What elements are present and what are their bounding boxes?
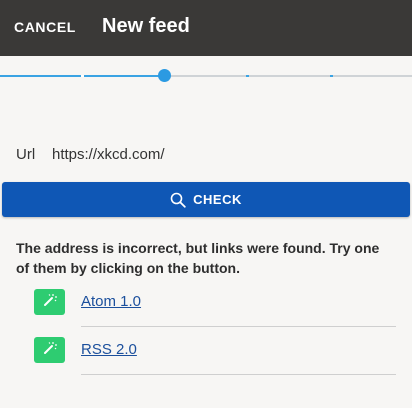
magic-wand-icon [42, 292, 58, 313]
check-button-label: CHECK [193, 192, 242, 207]
stepper-remaining-line [170, 75, 412, 77]
use-feed-button[interactable] [34, 337, 65, 363]
url-label: Url [16, 146, 36, 163]
feed-link[interactable]: RSS 2.0 [81, 341, 137, 358]
check-button[interactable]: CHECK [2, 182, 410, 217]
cancel-button[interactable]: CANCEL [14, 19, 76, 35]
stepper-step-marker [81, 75, 84, 77]
stepper-current-step-dot [158, 69, 171, 82]
divider [81, 374, 396, 375]
use-feed-button[interactable] [34, 289, 65, 315]
error-message: The address is incorrect, but links were… [16, 240, 380, 276]
list-item: Atom 1.0 [34, 289, 396, 337]
list-item: RSS 2.0 [34, 337, 396, 385]
search-icon [170, 192, 186, 208]
progress-stepper [0, 69, 412, 83]
stepper-step-marker [330, 75, 333, 77]
stepper-completed-line [0, 75, 160, 77]
url-input[interactable] [44, 140, 392, 168]
page-title: New feed [102, 15, 190, 37]
app-bar: CANCEL New feed [0, 0, 412, 56]
stepper-step-marker [246, 75, 249, 77]
divider [81, 326, 396, 327]
magic-wand-icon [42, 340, 58, 361]
feed-link[interactable]: Atom 1.0 [81, 293, 141, 310]
